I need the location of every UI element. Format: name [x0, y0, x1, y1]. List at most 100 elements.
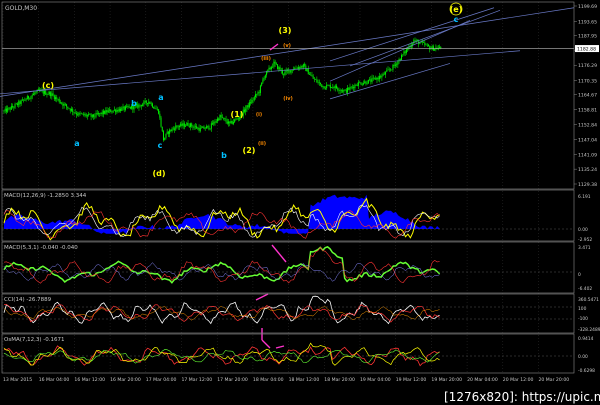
candle-body	[193, 126, 195, 128]
wave-label: (2)	[243, 146, 256, 155]
candle-body	[342, 90, 344, 92]
candle-body	[105, 110, 107, 114]
candle-body	[62, 103, 64, 106]
time-tick-label: 20 Mar 04:00	[467, 377, 498, 383]
candle-body	[396, 64, 398, 66]
macd1-y-tick-label: -2.952	[578, 237, 592, 243]
candle-body	[324, 88, 326, 89]
candle-body	[323, 86, 325, 89]
wave-label: (iii)	[261, 56, 271, 62]
candle-body	[332, 87, 334, 88]
candle-body	[123, 106, 125, 110]
candle-body	[158, 109, 160, 114]
candle-body	[35, 92, 37, 94]
candle-body	[226, 121, 228, 124]
candle-body	[89, 114, 91, 115]
candle-body	[191, 123, 193, 127]
time-tick-label: 17 Mar 04:00	[146, 377, 177, 383]
candle-body	[392, 64, 394, 70]
candle-body	[322, 86, 324, 88]
cci-y-tick-label: -100	[578, 316, 588, 322]
candle-body	[72, 108, 74, 112]
candle-body	[243, 109, 245, 112]
candle-body	[381, 75, 383, 78]
candle-body	[90, 114, 92, 117]
wave-label: (c)	[42, 81, 54, 90]
candle-body	[234, 119, 236, 123]
candle-body	[304, 64, 306, 66]
osma-title: OsMA(7,12,3) -0.1671	[4, 337, 64, 343]
candle-body	[428, 44, 430, 47]
candle-body	[111, 111, 113, 113]
candle-body	[116, 109, 118, 113]
candle-body	[302, 64, 304, 68]
macd2-y-tick-label: 0	[578, 272, 581, 278]
candle-body	[47, 94, 49, 95]
candle-body	[178, 126, 180, 128]
candle-body	[12, 106, 14, 108]
candle-body	[429, 46, 431, 50]
candle-body	[361, 84, 363, 86]
candle-body	[318, 82, 320, 83]
candle-body	[394, 64, 396, 66]
candle-body	[354, 84, 356, 89]
candle-body	[150, 103, 152, 105]
cci-y-tick-label: 100	[578, 306, 587, 312]
candle-body	[23, 99, 25, 101]
candle-body	[180, 123, 182, 127]
candle-body	[67, 106, 69, 109]
candle-body	[79, 112, 81, 114]
candle-body	[24, 99, 26, 101]
candle-body	[137, 104, 139, 108]
y-tick-label: 1176.29	[578, 63, 597, 69]
candle-body	[382, 73, 384, 76]
wave-label: c	[158, 141, 163, 150]
y-tick-label: 1164.67	[578, 93, 597, 99]
candle-body	[174, 128, 176, 130]
y-tick-label: 1129.38	[578, 182, 597, 188]
time-tick-label: 19 Mar 20:00	[431, 377, 462, 383]
candle-body	[61, 102, 63, 104]
candle-body	[165, 133, 167, 138]
candle-body	[251, 99, 253, 104]
candle-body	[402, 54, 404, 56]
candle-body	[372, 77, 374, 79]
candle-body	[52, 93, 54, 96]
candle-body	[196, 126, 198, 129]
osma-y-tick-label: 0.9414	[578, 336, 594, 342]
osma-y-tick-label: 0.00	[578, 354, 588, 360]
candle-body	[94, 116, 96, 118]
candle-body	[295, 68, 297, 69]
candle-body	[439, 46, 441, 49]
candle-body	[434, 48, 436, 51]
candle-body	[393, 64, 395, 66]
candle-body	[53, 95, 55, 100]
candle-body	[15, 103, 17, 105]
candle-body	[45, 90, 47, 95]
candle-body	[376, 77, 378, 80]
candle-body	[5, 108, 7, 112]
time-tick-label: 19 Mar 04:00	[360, 377, 391, 383]
candle-body	[273, 61, 275, 67]
candle-body	[181, 123, 183, 126]
candle-body	[334, 85, 336, 89]
candle-body	[389, 69, 391, 71]
candle-body	[223, 117, 225, 119]
cci-y-tick-label: 360.5471	[578, 297, 599, 303]
candle-body	[262, 79, 264, 83]
candle-body	[189, 123, 191, 127]
candle-body	[347, 87, 349, 93]
macd1-y-tick-label: 6.191	[578, 194, 591, 200]
candle-body	[48, 92, 50, 95]
wave-label: (3)	[279, 26, 292, 35]
candle-body	[58, 99, 60, 103]
candle-body	[277, 64, 279, 70]
candle-body	[253, 97, 255, 100]
candle-body	[414, 40, 416, 42]
candle-body	[329, 85, 331, 89]
candle-body	[335, 85, 337, 89]
candle-body	[264, 75, 266, 78]
candle-body	[106, 110, 108, 113]
time-tick-label: 18 Mar 04:00	[253, 377, 284, 383]
candle-body	[279, 67, 281, 71]
